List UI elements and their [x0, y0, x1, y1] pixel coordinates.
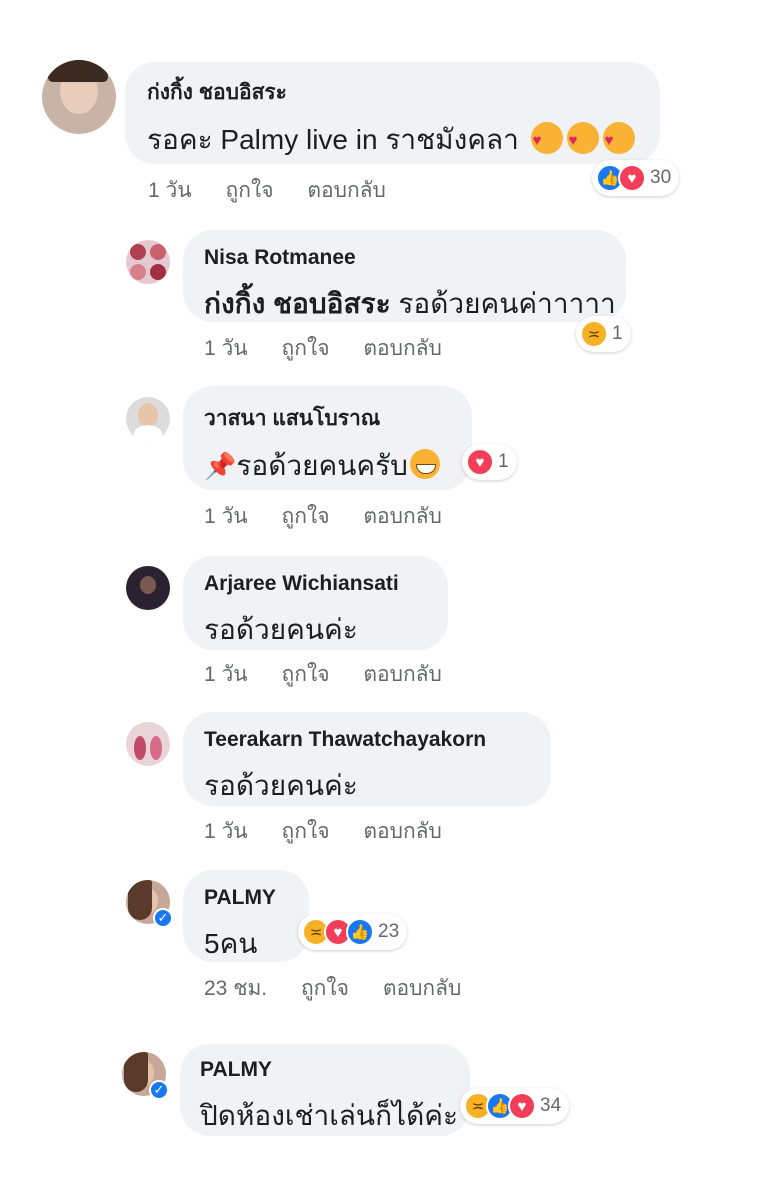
comment-text: รอด้วยคนค่ะ	[204, 764, 358, 808]
reaction-count: 23	[378, 921, 400, 942]
comment-text-content: รอด้วยคนค่ะ	[204, 770, 358, 801]
reaction-summary[interactable]: 👍 ♥ 30	[592, 160, 680, 196]
avatar-face	[150, 264, 166, 280]
comment-text: 📌รอด้วยคนครับ	[204, 444, 440, 488]
reaction-summary[interactable]: ≍ ♥ 👍 23	[298, 914, 408, 950]
haha-reaction-icon: ≍	[580, 320, 608, 348]
reply-button[interactable]: ตอบกลับ	[363, 337, 442, 360]
comment-meta: 23 ชม. ถูกใจ ตอบกลับ	[204, 972, 489, 1005]
avatar[interactable]	[126, 566, 170, 610]
comment-meta: 1 วัน ถูกใจ ตอบกลับ	[148, 174, 414, 207]
reply-button[interactable]: ตอบกลับ	[383, 977, 462, 1000]
verified-badge-icon: ✓	[153, 908, 173, 928]
kissing-face-emoji	[602, 122, 635, 154]
grinning-face-emoji	[409, 449, 440, 479]
comment-meta: 1 วัน ถูกใจ ตอบกลับ	[204, 658, 470, 691]
comment-text-content: รอด้วยคนค่าาาาา	[398, 288, 616, 319]
reply-button[interactable]: ตอบกลับ	[363, 820, 442, 843]
comment-text: รอคะ Palmy live in ราชมังคลา	[147, 118, 635, 162]
avatar-hair	[124, 1052, 148, 1092]
avatar-person	[150, 736, 162, 760]
avatar-face	[130, 264, 146, 280]
reaction-summary[interactable]: ♥ 1	[462, 444, 517, 480]
comment-author[interactable]: ก่งกิ้ง ชอบอิสระ	[147, 76, 287, 109]
reply-button[interactable]: ตอบกลับ	[307, 179, 386, 202]
love-reaction-icon: ♥	[466, 448, 494, 476]
mention-link[interactable]: ก่งกิ้ง ชอบอิสระ	[204, 288, 391, 319]
reaction-count: 30	[650, 167, 672, 188]
avatar-body	[134, 425, 162, 441]
like-button[interactable]: ถูกใจ	[282, 505, 330, 528]
comment-meta: 1 วัน ถูกใจ ตอบกลับ	[204, 332, 470, 365]
comment-meta: 1 วัน ถูกใจ ตอบกลับ	[204, 500, 470, 533]
avatar-hair	[48, 60, 108, 82]
comment-text-content: 5คน	[204, 928, 258, 959]
like-reaction-icon: 👍	[346, 918, 374, 946]
avatar[interactable]	[42, 60, 116, 134]
avatar-face	[130, 244, 146, 260]
comment-text: 5คน	[204, 922, 257, 966]
pushpin-emoji: 📌	[204, 451, 237, 481]
comment-meta: 1 วัน ถูกใจ ตอบกลับ	[204, 815, 470, 848]
reaction-count: 34	[540, 1095, 562, 1116]
comment-author[interactable]: PALMY	[204, 886, 276, 910]
comment-author[interactable]: Arjaree Wichiansati	[204, 572, 399, 596]
reaction-summary[interactable]: ≍ 👍 ♥ 34	[460, 1088, 570, 1124]
verified-badge-icon: ✓	[149, 1080, 169, 1100]
comment-author[interactable]: Teerakarn Thawatchayakorn	[204, 728, 486, 752]
comment-text-content: รอด้วยคนค่ะ	[204, 614, 358, 645]
comment-author[interactable]: Nisa Rotmanee	[204, 246, 356, 270]
reaction-count: 1	[498, 451, 509, 472]
like-button[interactable]: ถูกใจ	[282, 820, 330, 843]
comment-time[interactable]: 23 ชม.	[204, 977, 267, 1000]
reaction-count: 1	[612, 323, 623, 344]
comment-text: ก่งกิ้ง ชอบอิสระ รอด้วยคนค่าาาาา	[204, 282, 616, 326]
comment-text: รอด้วยคนค่ะ	[204, 608, 358, 652]
like-button[interactable]: ถูกใจ	[226, 179, 274, 202]
avatar[interactable]	[126, 240, 170, 284]
reply-button[interactable]: ตอบกลับ	[363, 663, 442, 686]
comment-time[interactable]: 1 วัน	[204, 505, 248, 528]
like-button[interactable]: ถูกใจ	[282, 337, 330, 360]
comment-time[interactable]: 1 วัน	[204, 820, 248, 843]
comment-text-content: รอคะ Palmy live in ราชมังคลา	[147, 124, 519, 155]
avatar-face	[140, 576, 156, 594]
like-button[interactable]: ถูกใจ	[282, 663, 330, 686]
avatar-face	[138, 403, 158, 427]
like-button[interactable]: ถูกใจ	[301, 977, 349, 1000]
love-reaction-icon: ♥	[618, 164, 646, 192]
comment-text-content: รอด้วยคนครับ	[236, 450, 408, 481]
reaction-summary[interactable]: ≍ 1	[576, 316, 631, 352]
comment-text-content: ปิดห้องเช่าเล่นก็ได้ค่ะ	[200, 1100, 459, 1131]
comment-time[interactable]: 1 วัน	[148, 179, 192, 202]
kissing-face-emoji	[566, 122, 599, 154]
comment-text: ปิดห้องเช่าเล่นก็ได้ค่ะ	[200, 1094, 458, 1138]
avatar-hair	[128, 880, 152, 920]
avatar[interactable]	[126, 397, 170, 441]
avatar-person	[134, 736, 146, 760]
comment-time[interactable]: 1 วัน	[204, 663, 248, 686]
comment-time[interactable]: 1 วัน	[204, 337, 248, 360]
comment-author[interactable]: วาสนา แสนโบราณ	[204, 402, 380, 435]
avatar-face	[150, 244, 166, 260]
comment-author[interactable]: PALMY	[200, 1058, 272, 1082]
kissing-face-emoji	[530, 122, 563, 154]
avatar[interactable]	[126, 722, 170, 766]
reply-button[interactable]: ตอบกลับ	[363, 505, 442, 528]
love-reaction-icon: ♥	[508, 1092, 536, 1120]
